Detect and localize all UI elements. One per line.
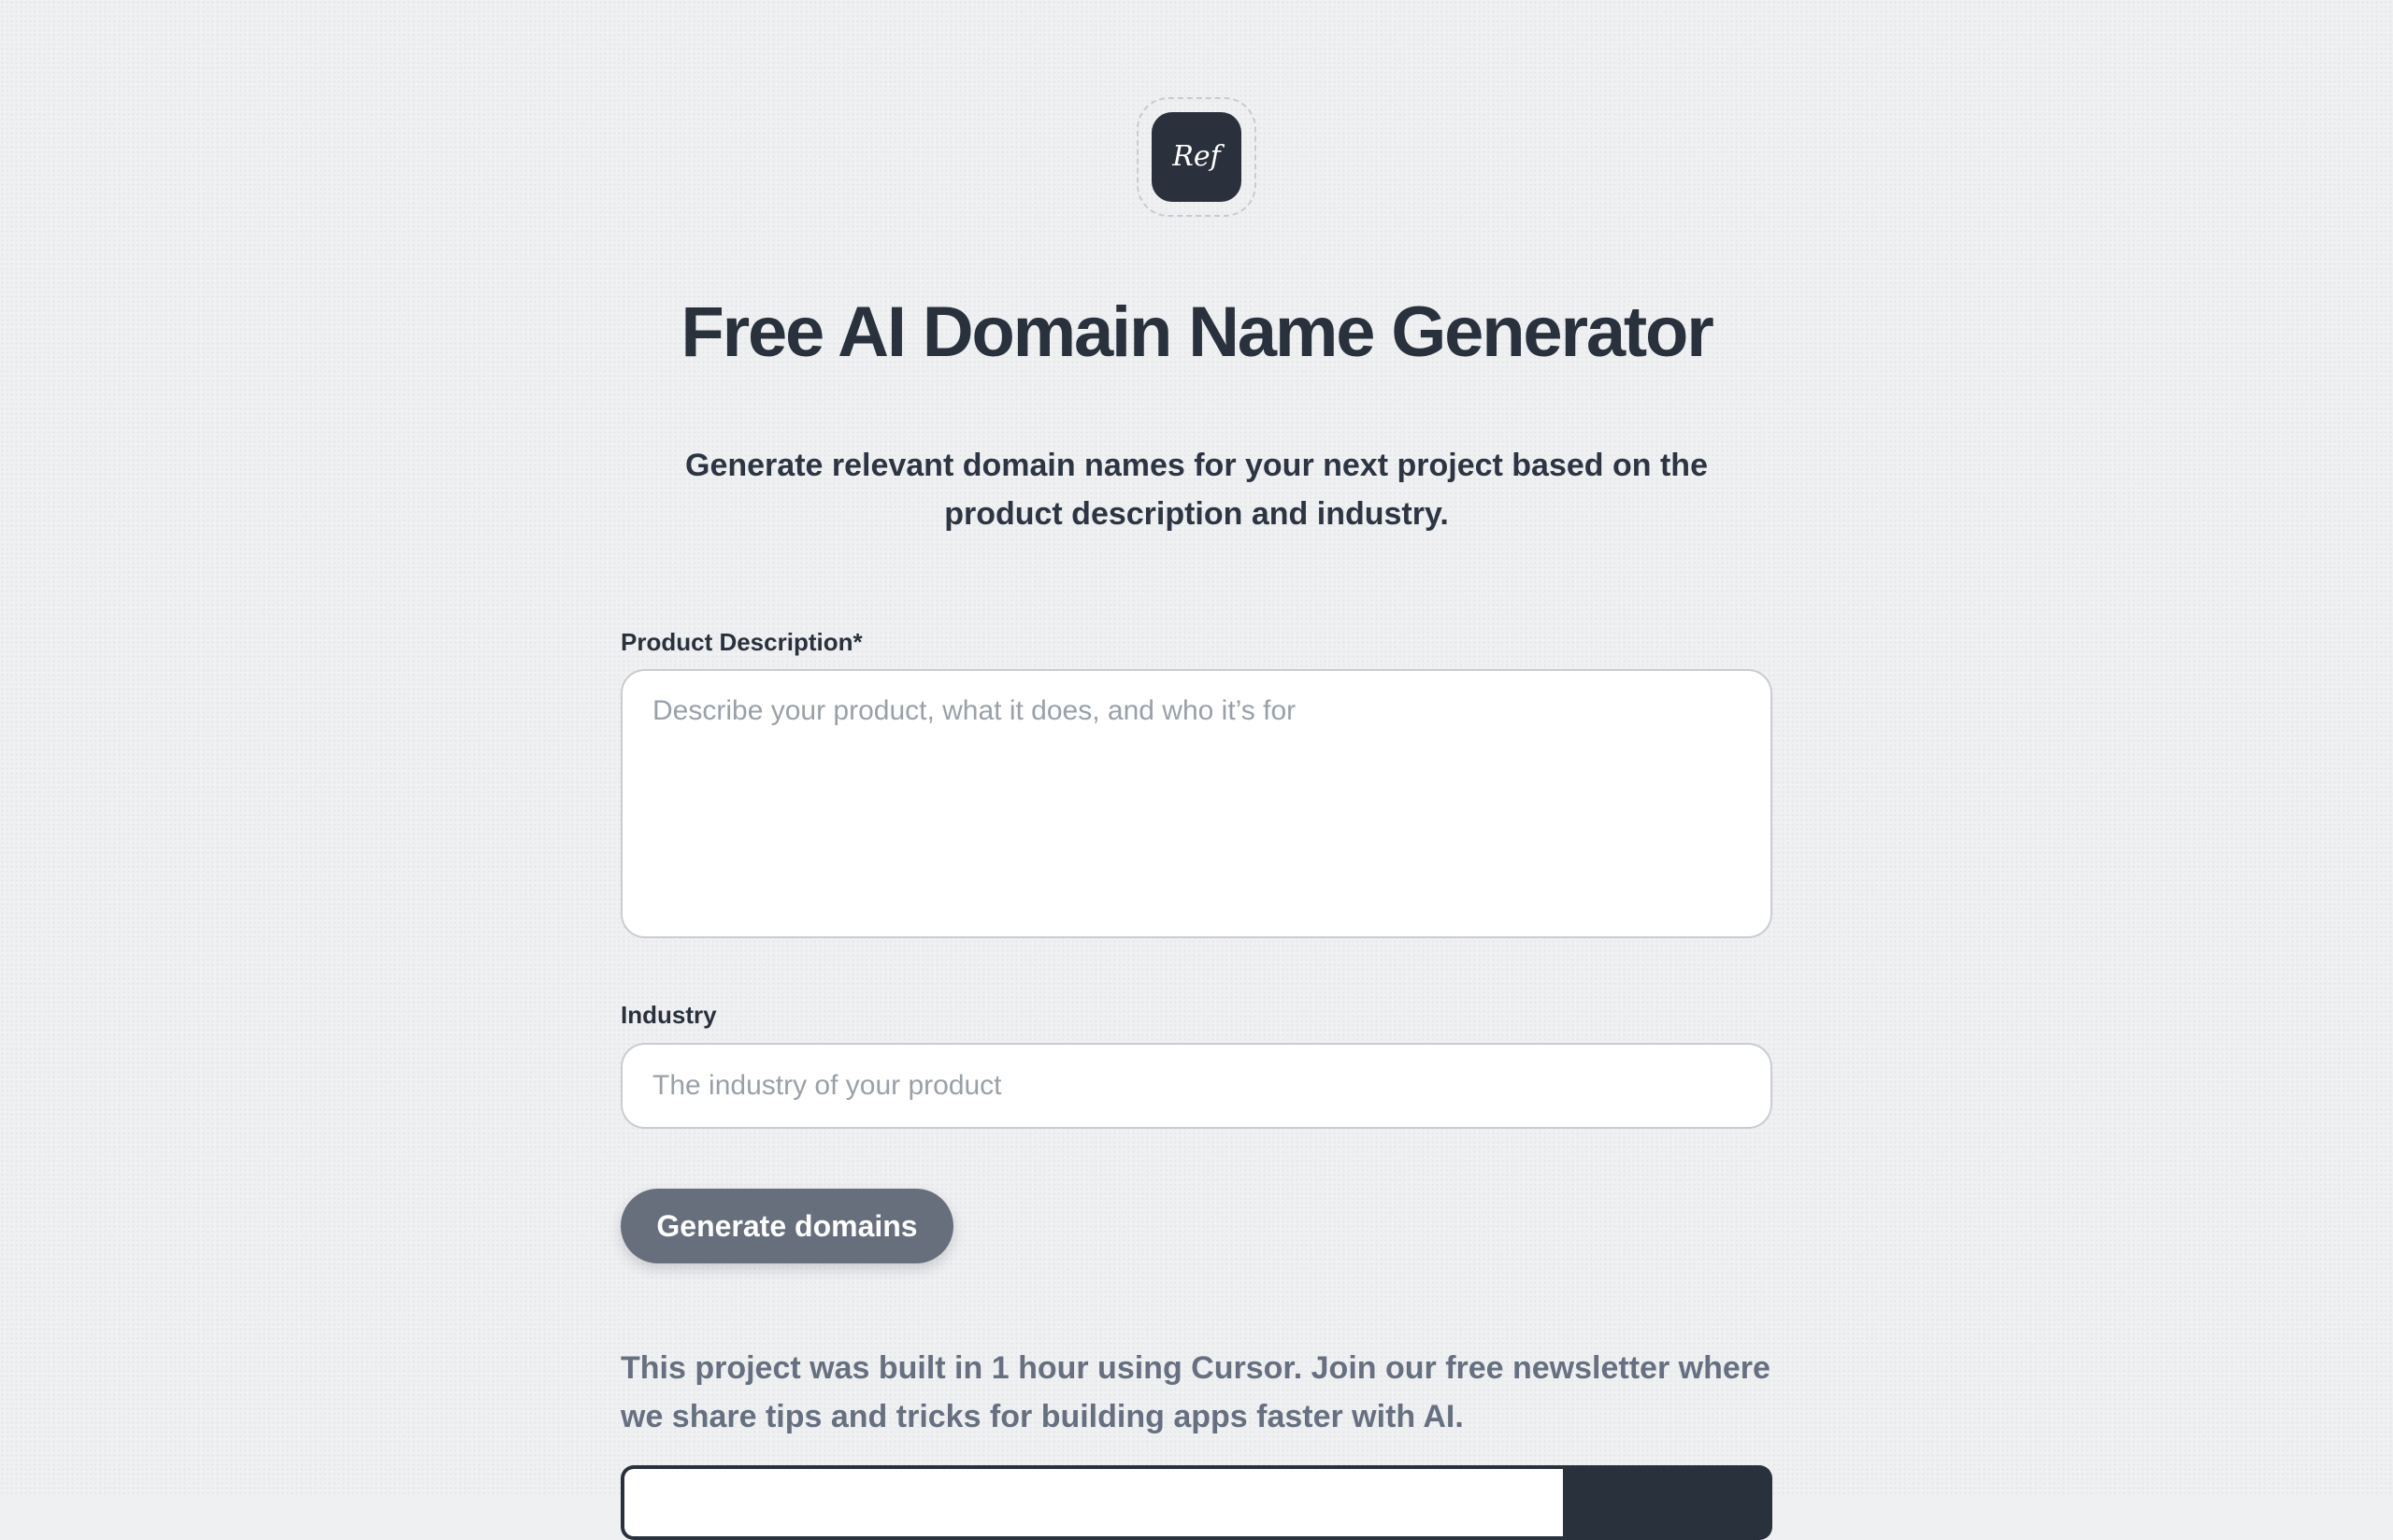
page-subtitle: Generate relevant domain names for your …	[685, 448, 1708, 532]
product-description-input[interactable]	[621, 669, 1772, 938]
newsletter-description: This project was built in 1 hour using C…	[621, 1350, 1770, 1434]
product-description-label: Product Description*	[621, 628, 863, 656]
industry-input[interactable]	[621, 1043, 1772, 1129]
ref-logo-icon: Ref	[1171, 140, 1225, 173]
newsletter-email-input[interactable]	[621, 1465, 1565, 1540]
newsletter-subscribe-button[interactable]	[1563, 1465, 1772, 1540]
logo: Ref	[1152, 112, 1241, 202]
logo-text: Ref	[1171, 140, 1225, 173]
generate-domains-button[interactable]: Generate domains	[621, 1189, 953, 1263]
industry-label: Industry	[621, 1001, 717, 1029]
page-title: Free AI Domain Name Generator	[681, 292, 1713, 372]
